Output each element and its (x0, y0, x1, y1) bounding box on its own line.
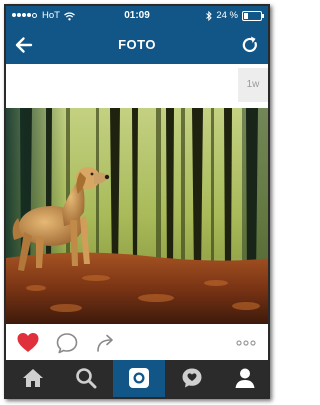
nav-bar: FOTO (6, 26, 268, 64)
dog-in-forest-image (6, 108, 268, 324)
battery-icon (242, 11, 264, 21)
phone-screen: HoT 01:09 24 % FOTO 1w (4, 4, 270, 399)
more-dots-icon[interactable] (234, 331, 258, 355)
post-photo[interactable] (6, 108, 268, 324)
share-arrow-icon[interactable] (94, 331, 118, 355)
refresh-icon[interactable] (240, 35, 260, 55)
status-bar: HoT 01:09 24 % (6, 6, 268, 26)
comment-bubble-icon[interactable] (55, 331, 79, 355)
page-title: FOTO (118, 37, 156, 52)
home-icon (23, 369, 43, 387)
tab-activity[interactable] (166, 360, 218, 397)
profile-icon (235, 368, 255, 388)
battery-percent: 24 % (216, 10, 238, 21)
tab-profile[interactable] (219, 360, 268, 397)
bluetooth-icon (206, 11, 213, 21)
camera-icon (129, 368, 149, 388)
heart-icon[interactable] (16, 331, 40, 355)
activity-icon (182, 368, 202, 388)
tab-search[interactable] (60, 360, 112, 397)
tab-bar (6, 360, 268, 397)
post-time-ago: 1w (238, 68, 268, 102)
search-icon (76, 368, 97, 389)
post-header: 1w (6, 64, 268, 108)
post-actions (6, 324, 268, 362)
top-bar: HoT 01:09 24 % FOTO (6, 6, 268, 64)
status-right: 24 % (206, 6, 264, 26)
tab-home[interactable] (7, 360, 59, 397)
tab-camera[interactable] (113, 360, 165, 397)
